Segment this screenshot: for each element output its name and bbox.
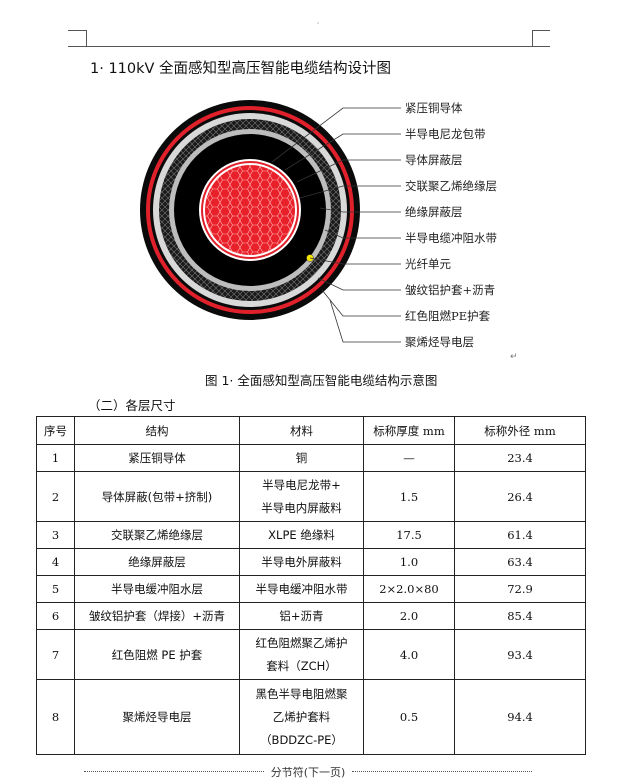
section-break-label: 分节符(下一页) [270, 766, 346, 779]
cell-no: 4 [36, 548, 75, 576]
material-line: （BDDZC-PE） [260, 732, 343, 747]
cell-material: 红色阻燃聚乙烯护 套料（ZCH） [239, 629, 364, 680]
diagram-label: 半导电尼龙包带 [405, 127, 486, 141]
diagram-label: 半导电缆冲阻水带 [405, 231, 497, 245]
material-line: 铜 [295, 450, 308, 465]
cable-cross-section-diagram: 紧压铜导体半导电尼龙包带导体屏蔽层交联聚乙烯绝缘层绝缘屏蔽层半导电缆冲阻水带光纤… [140, 100, 497, 349]
material-line: 套料（ZCH） [266, 658, 337, 673]
cell-no: 5 [36, 575, 75, 603]
header-corner-left [86, 30, 87, 46]
paragraph-mark: ↵ [510, 352, 518, 362]
header-rule [68, 46, 550, 47]
cell-structure: 紧压铜导体 [74, 444, 240, 472]
layer-dimension-table: 序号 结构 材料 标称厚度 mm 标称外径 mm 1 紧压铜导体铜 —23.4 2 导体… [36, 416, 586, 755]
cell-thickness: 1.5 [363, 471, 455, 522]
cell-diameter: 72.9 [454, 575, 586, 603]
cell-material: XLPE 绝缘料 [239, 521, 364, 549]
cell-no: 1 [36, 444, 75, 472]
diagram-label: 聚烯烃导电层 [405, 335, 474, 349]
cell-thickness: 1.0 [363, 548, 455, 576]
section-break: 分节符(下一页) [84, 764, 532, 780]
header-structure: 结构 [74, 416, 240, 445]
table-row: 7 红色阻燃 PE 护套 红色阻燃聚乙烯护 套料（ZCH） 4.0 93.4 [36, 629, 586, 680]
conductor-strands [205, 165, 295, 255]
table-row: 3 交联聚乙烯绝缘层 XLPE 绝缘料 17.5 61.4 [36, 521, 586, 549]
cell-diameter: 26.4 [454, 471, 586, 522]
diagram-label: 红色阻燃PE护套 [405, 309, 491, 323]
cell-structure: 皱纹铝护套（焊接）+沥青 [74, 602, 240, 630]
material-line: 黑色半导电阻燃聚 [255, 686, 348, 701]
cell-material: 半导电尼龙带+ 半导电内屏蔽料 [239, 471, 364, 522]
header-corner-left-h [68, 30, 86, 31]
cell-material: 半导电外屏蔽料 [239, 548, 364, 576]
table-row: 1 紧压铜导体 铜 —23.4 [36, 444, 586, 472]
cell-structure: 导体屏蔽(包带+挤制) [74, 471, 240, 522]
header-corner-right [532, 30, 533, 46]
diagram-label: 光纤单元 [405, 257, 451, 271]
cell-material: 黑色半导电阻燃聚 乙烯护套料 （BDDZC-PE） [239, 679, 364, 755]
cell-no: 6 [36, 602, 75, 630]
header-thickness: 标称厚度 mm [363, 416, 455, 445]
header-material: 材料 [239, 416, 364, 445]
figure-caption: 图 1· 全面感知型高压智能电缆结构示意图 [205, 373, 438, 388]
cell-structure: 半导电缓冲阻水层 [74, 575, 240, 603]
cell-material: 铜 [239, 444, 364, 472]
cell-structure: 红色阻燃 PE 护套 [74, 629, 240, 680]
section-break-rule-right [352, 771, 532, 772]
material-line: 铝+沥青 [279, 608, 324, 623]
material-line: XLPE 绝缘料 [268, 527, 335, 542]
table-row: 2 导体屏蔽(包带+挤制) 半导电尼龙带+ 半导电内屏蔽料 1.5 26.4 [36, 471, 586, 522]
cell-thickness: 17.5 [363, 521, 455, 549]
document-title: 1· 110kV 全面感知型高压智能电缆结构设计图 [90, 61, 392, 77]
cell-no: 2 [36, 471, 75, 522]
cell-diameter: 61.4 [454, 521, 586, 549]
cell-diameter: 93.4 [454, 629, 586, 680]
cell-diameter: 63.4 [454, 548, 586, 576]
cell-structure: 聚烯烃导电层 [74, 679, 240, 755]
header-no: 序号 [36, 416, 75, 445]
cell-thickness: 0.5 [363, 679, 455, 755]
cell-diameter: 94.4 [454, 679, 586, 755]
material-line: 乙烯护套料 [272, 709, 331, 724]
material-line: 半导电尼龙带+ [262, 477, 341, 492]
section-break-rule-left [84, 771, 264, 772]
table-row: 6 皱纹铝护套（焊接）+沥青 铝+沥青 2.0 85.4 [36, 602, 586, 630]
cell-thickness: 2×2.0×80 [363, 575, 455, 603]
material-line: 半导电缓冲阻水带 [255, 581, 348, 596]
cell-structure: 绝缘屏蔽层 [74, 548, 240, 576]
leader-line [329, 299, 401, 343]
cell-material: 铝+沥青 [239, 602, 364, 630]
cell-no: 7 [36, 629, 75, 680]
diagram-label: 绝缘屏蔽层 [405, 205, 463, 219]
table-row: 5 半导电缓冲阻水层 半导电缓冲阻水带 2×2.0×80 72.9 [36, 575, 586, 603]
cell-thickness: — [363, 444, 455, 472]
material-line: 半导电内屏蔽料 [261, 500, 342, 515]
cell-thickness: 2.0 [363, 602, 455, 630]
cell-structure: 交联聚乙烯绝缘层 [74, 521, 240, 549]
label-texts: 紧压铜导体半导电尼龙包带导体屏蔽层交联聚乙烯绝缘层绝缘屏蔽层半导电缆冲阻水带光纤… [405, 101, 497, 349]
cell-no: 8 [36, 679, 75, 755]
cell-material: 半导电缓冲阻水带 [239, 575, 364, 603]
diagram-label: 交联聚乙烯绝缘层 [405, 179, 497, 193]
table-row: 4 绝缘屏蔽层 半导电外屏蔽料 1.0 63.4 [36, 548, 586, 576]
material-line: 红色阻燃聚乙烯护 [255, 635, 348, 650]
header-mark: ⸱ [317, 19, 320, 28]
table-row: 8 聚烯烃导电层 黑色半导电阻燃聚 乙烯护套料 （BDDZC-PE） 0.5 94.4 [36, 679, 586, 755]
cell-diameter: 23.4 [454, 444, 586, 472]
diagram-label: 导体屏蔽层 [405, 153, 463, 167]
diagram-label: 皱纹铝护套+沥青 [405, 283, 495, 297]
cell-thickness: 4.0 [363, 629, 455, 680]
header-diameter: 标称外径 mm [454, 416, 586, 445]
material-line: 半导电外屏蔽料 [261, 554, 342, 569]
table-header-row: 序号 结构 材料 标称厚度 mm 标称外径 mm [36, 416, 586, 445]
cell-no: 3 [36, 521, 75, 549]
cable-rings [140, 100, 360, 320]
diagram-label: 紧压铜导体 [405, 101, 463, 115]
header-corner-right-h [532, 30, 550, 31]
cell-diameter: 85.4 [454, 602, 586, 630]
section-title: （二）各层尺寸 [88, 398, 176, 413]
